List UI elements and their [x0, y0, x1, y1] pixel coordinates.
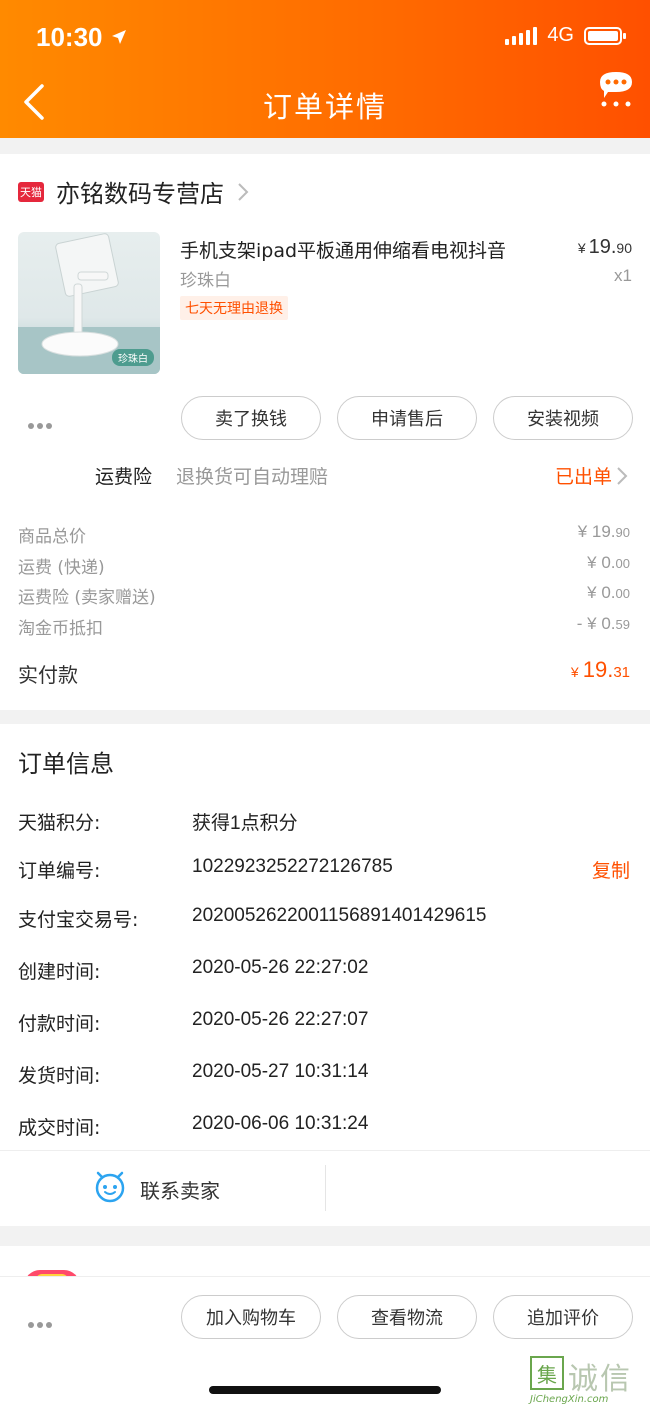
- order-info-title: 订单信息: [18, 750, 114, 778]
- header-bar: 10:30 4G 订单详情: [0, 0, 650, 138]
- order-item-card: 天猫 亦铭数码专营店 珍珠白 手机支架ipad平板通用伸缩看电视抖音 珍珠白 七…: [0, 154, 650, 710]
- insurance-label: 运费险: [95, 466, 153, 488]
- location-arrow-icon: [112, 30, 126, 44]
- sell-button[interactable]: 卖了换钱: [181, 396, 321, 440]
- fee-row: 运费 (快递) ¥ 0.00: [18, 553, 630, 578]
- insurance-status: 已出单: [554, 466, 612, 488]
- total-amount: ¥19.31: [570, 657, 630, 682]
- add-review-button[interactable]: 追加评价: [493, 1295, 633, 1339]
- view-logistics-button[interactable]: 查看物流: [337, 1295, 477, 1339]
- product-quantity: x1: [614, 266, 632, 285]
- fee-row: 商品总价 ¥ 19.90: [18, 522, 630, 547]
- page-title: 订单详情: [262, 90, 387, 124]
- order-info-card: 订单信息 天猫积分: 获得1点积分 订单编号: 102292325227212678…: [0, 724, 650, 1226]
- tmall-badge-icon: 天猫: [18, 181, 44, 202]
- shop-name: 亦铭数码专营店: [56, 180, 224, 208]
- add-to-cart-button[interactable]: 加入购物车: [181, 1295, 321, 1339]
- more-dots-icon[interactable]: [28, 1313, 58, 1328]
- home-indicator[interactable]: [209, 1386, 441, 1394]
- after-sale-button[interactable]: 申请售后: [337, 396, 477, 440]
- shop-link[interactable]: 天猫 亦铭数码专营店: [18, 174, 250, 209]
- signal-icon: [505, 26, 538, 45]
- network-label: 4G: [547, 24, 574, 46]
- product-title[interactable]: 手机支架ipad平板通用伸缩看电视抖音: [180, 236, 550, 263]
- insurance-desc: 退换货可自动理赔: [176, 466, 329, 488]
- watermark: 集 诚信 JiChengXin.com: [530, 1354, 646, 1405]
- fee-row: 淘金币抵扣 - ¥ 0.59: [18, 614, 630, 639]
- service-tag: 七天无理由退换: [180, 296, 288, 320]
- product-price: ¥19.90: [577, 236, 632, 258]
- watermark-url: JiChengXin.com: [530, 1394, 609, 1405]
- more-dots-icon[interactable]: [28, 414, 58, 429]
- contact-seller-button[interactable]: 联系卖家: [0, 1150, 650, 1226]
- copy-button[interactable]: 复制: [592, 856, 630, 883]
- thumb-variant-tag: 珍珠白: [112, 349, 154, 366]
- contact-seller-label: 联系卖家: [140, 1179, 220, 1203]
- chevron-right-icon: [617, 467, 628, 485]
- message-more-icon[interactable]: [596, 68, 636, 108]
- chat-bot-icon: [95, 1171, 125, 1203]
- product-sku: 珍珠白: [180, 271, 231, 291]
- total-label: 实付款: [18, 663, 78, 687]
- freight-insurance-row[interactable]: 运费险 退换货可自动理赔 已出单: [0, 460, 650, 490]
- battery-icon: [584, 26, 626, 45]
- product-thumbnail[interactable]: 珍珠白: [18, 232, 160, 374]
- install-video-button[interactable]: 安装视频: [493, 396, 633, 440]
- divider: [325, 1165, 326, 1211]
- watermark-text: 诚信: [568, 1362, 632, 1397]
- watermark-logo: 集: [530, 1356, 564, 1390]
- status-time: 10:30: [36, 22, 103, 52]
- status-indicators: 4G: [505, 24, 626, 47]
- fee-row: 运费险 (卖家赠送) ¥ 0.00: [18, 583, 630, 608]
- chevron-right-icon: [238, 182, 249, 201]
